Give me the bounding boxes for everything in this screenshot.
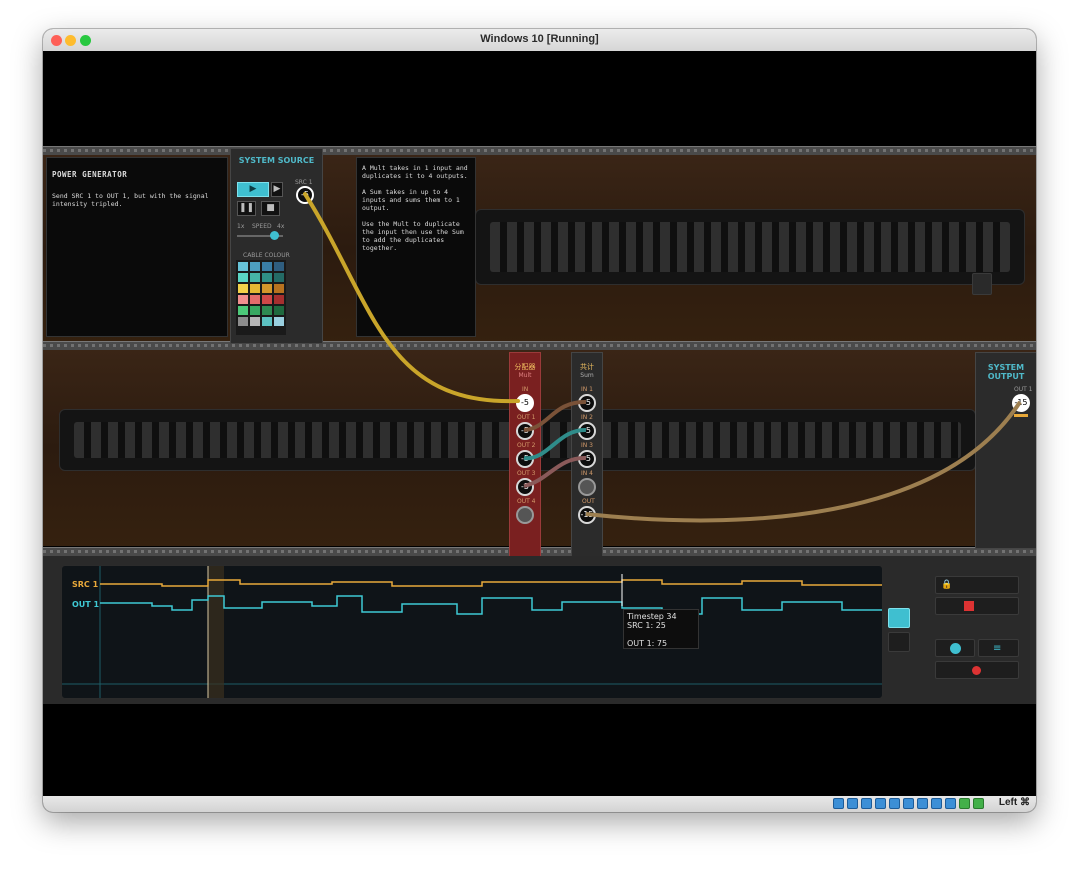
- display-icon[interactable]: [917, 798, 928, 809]
- lock-controls[interactable]: 🔒: [935, 576, 1019, 594]
- tooltip-out: OUT 1: 75: [627, 639, 668, 648]
- window-title: Windows 10 [Running]: [480, 33, 599, 45]
- playhead-region: [208, 566, 224, 698]
- recording-icon[interactable]: [931, 798, 942, 809]
- delete-controls[interactable]: [935, 597, 1019, 615]
- usb-icon[interactable]: [889, 798, 900, 809]
- record-button[interactable]: [935, 661, 1019, 679]
- guest-additions-icon[interactable]: [959, 798, 970, 809]
- status-icons: [833, 798, 984, 810]
- audio-icon[interactable]: [861, 798, 872, 809]
- optical-drive-icon[interactable]: [847, 798, 858, 809]
- cable-src-to-mult: [303, 192, 520, 404]
- help-button[interactable]: [935, 639, 975, 657]
- network-icon[interactable]: [875, 798, 886, 809]
- scope-save-button[interactable]: [888, 632, 910, 652]
- record-icon: [972, 666, 981, 675]
- oscilloscope[interactable]: SRC 1 OUT 1 Timestep 34 SRC 1: 25 OUT 1:…: [61, 565, 883, 699]
- storage-icon[interactable]: [833, 798, 844, 809]
- lock-icon: 🔒: [941, 580, 953, 590]
- menu-icon: ≡: [993, 643, 1002, 654]
- vm-status-bar: Left ⌘: [43, 796, 1036, 812]
- shared-folders-icon[interactable]: [903, 798, 914, 809]
- menu-button[interactable]: ≡: [978, 639, 1019, 657]
- cable-sum-to-output: [585, 400, 1022, 523]
- cable-mult-out2-to-sum-in2: [523, 427, 587, 461]
- scope-tooltip: Timestep 34 SRC 1: 25 OUT 1: 75: [623, 609, 699, 649]
- vm-screen: POWER GENERATOR Send SRC 1 to OUT 1, but…: [43, 51, 1036, 796]
- vm-window: Windows 10 [Running] POWER GENERATOR Sen…: [43, 29, 1036, 812]
- mouse-integration-icon[interactable]: [973, 798, 984, 809]
- scope-traces: [62, 566, 882, 698]
- scope-mode-button[interactable]: [888, 608, 910, 628]
- host-key-label: Left ⌘: [998, 797, 1030, 808]
- help-icon: [950, 643, 961, 654]
- tooltip-src: SRC 1: 25: [627, 621, 666, 630]
- cable-mult-out1-to-sum-in1: [523, 399, 587, 432]
- cpu-icon[interactable]: [945, 798, 956, 809]
- title-bar: Windows 10 [Running]: [43, 29, 1036, 52]
- trash-icon: [964, 601, 974, 611]
- tooltip-timestep: Timestep 34: [627, 612, 677, 621]
- cable-mult-out3-to-sum-in3: [523, 455, 587, 488]
